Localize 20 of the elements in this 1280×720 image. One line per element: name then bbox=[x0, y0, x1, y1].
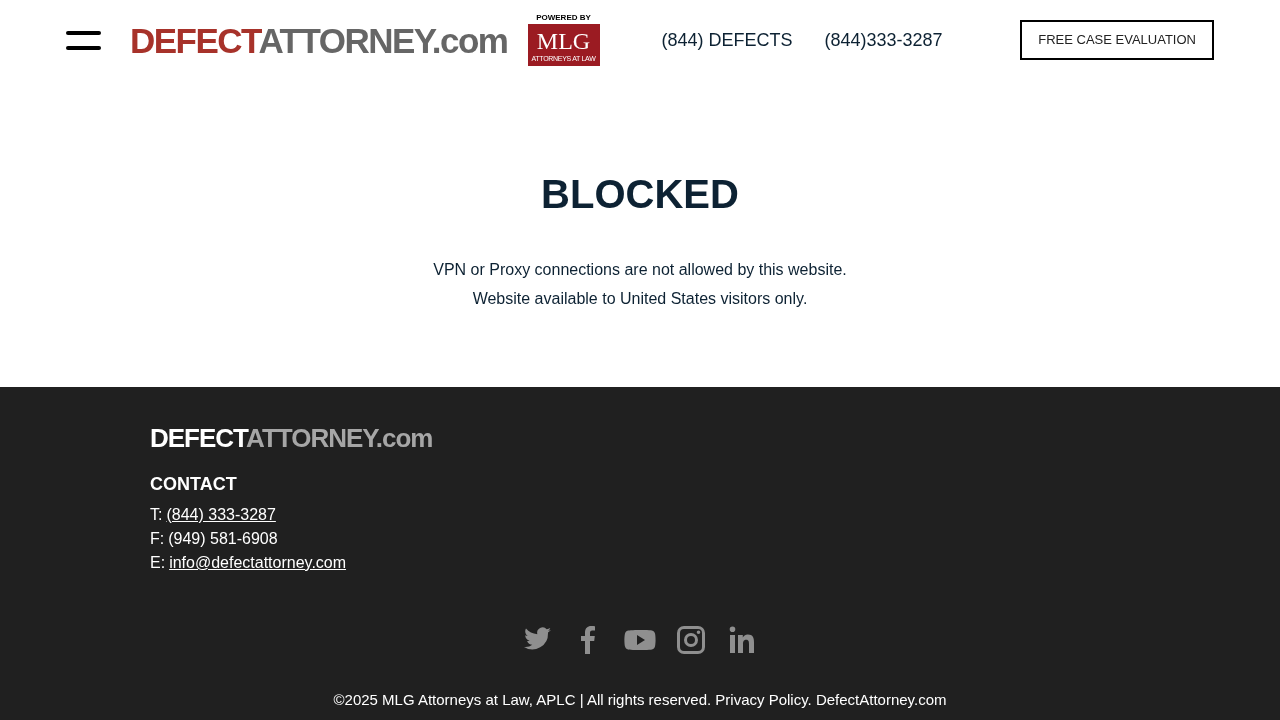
message-text: VPN or Proxy connections are not allowed by this website. bbox=[433, 260, 847, 280]
page-title: BLOCKED bbox=[541, 174, 739, 214]
contact-label: T: bbox=[150, 505, 163, 524]
free-case-evaluation-button[interactable]: FREE CASE EVALUATION bbox=[1020, 20, 1214, 60]
message-text: Website available to United States visitors only. bbox=[472, 289, 808, 309]
phone-link[interactable]: (844) DEFECTS bbox=[661, 26, 793, 54]
contact-label: F: bbox=[150, 529, 165, 548]
camera-icon[interactable] bbox=[675, 624, 707, 656]
logo[interactable]: DEFECTATTORNEY.com bbox=[130, 22, 508, 58]
contact-link[interactable]: (844) 333-3287 bbox=[166, 505, 276, 524]
contact-heading: CONTACT bbox=[150, 475, 238, 493]
copyright-text: ©2025 MLG Attorneys at Law, APLC | All rights reserved. Privacy Policy. DefectAttorney.com bbox=[332, 690, 948, 710]
contact-label: E: bbox=[150, 553, 166, 572]
mlg-mark: MLG bbox=[536, 28, 591, 53]
menu-icon[interactable] bbox=[66, 30, 101, 50]
contact-link[interactable]: info@defectattorney.com bbox=[169, 553, 347, 572]
badge-caption: POWERED BY bbox=[536, 14, 591, 22]
phone-link[interactable]: (844)333-3287 bbox=[824, 26, 943, 54]
contact-value: (949) 581-6908 bbox=[168, 529, 278, 548]
footer-logo: DEFECTATTORNEY.com bbox=[150, 425, 434, 451]
